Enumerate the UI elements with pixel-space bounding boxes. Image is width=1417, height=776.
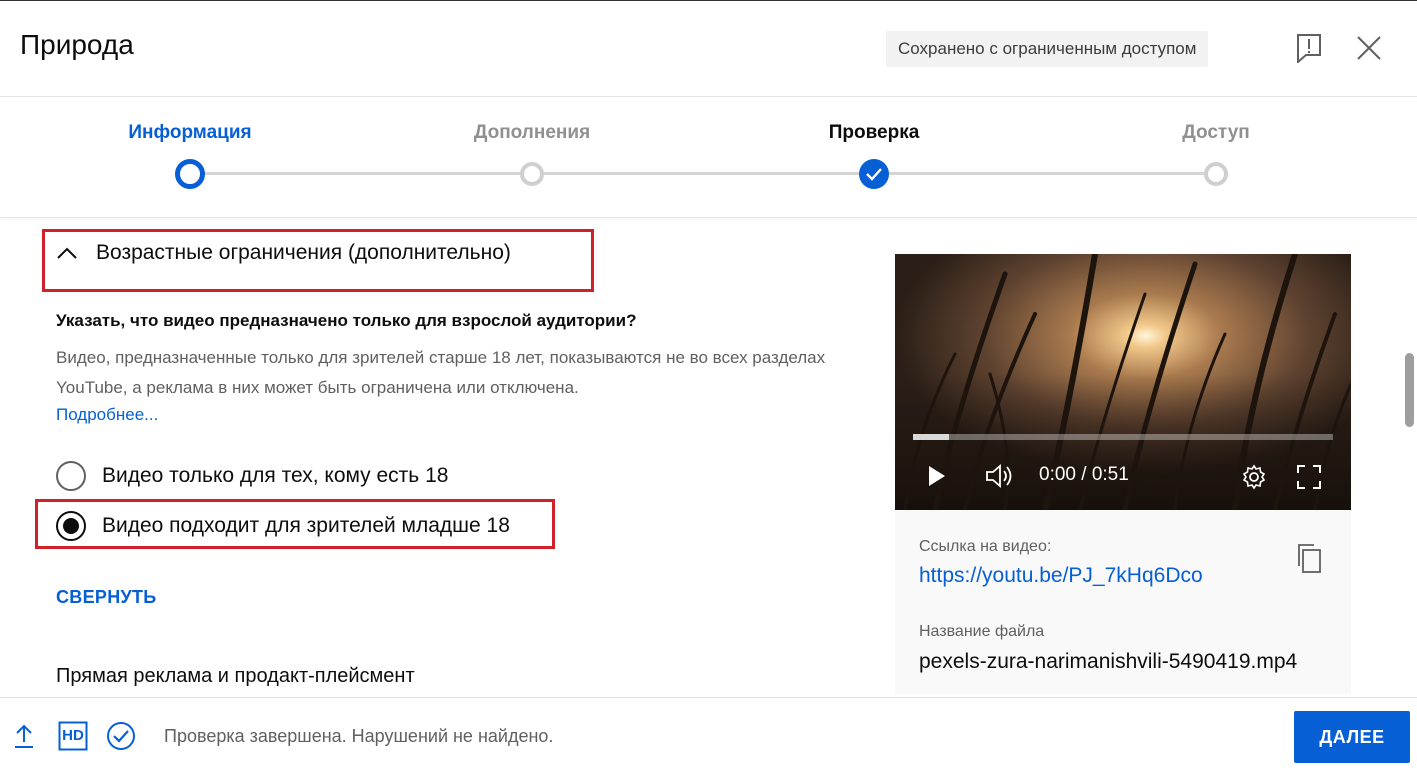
saved-status-badge: Сохранено с ограниченным доступом [886, 31, 1209, 67]
scrollbar-thumb[interactable] [1405, 353, 1414, 427]
step-label: Проверка [828, 122, 920, 143]
video-time: 0:00 / 0:51 [1039, 464, 1129, 485]
age-question: Указать, что видео предназначено только … [56, 311, 637, 330]
hd-label: HD [62, 727, 84, 744]
radio-label: Видео подходит для зрителей младше 18 [102, 514, 510, 537]
fullscreen-button[interactable] [1296, 464, 1322, 495]
radio-option-adults-only[interactable]: Видео только для тех, кому есть 18 [56, 461, 448, 491]
radio-button[interactable] [56, 461, 86, 491]
checks-status-button[interactable] [106, 721, 136, 751]
step-indicator-current [175, 159, 205, 189]
video-link[interactable]: https://youtu.be/PJ_7kHq6Dco [919, 564, 1203, 588]
upload-stepper: Информация Дополнения Проверка Доступ [0, 98, 1417, 218]
upload-dialog: Природа Сохранено с ограниченным доступо… [0, 0, 1417, 776]
age-restriction-title: Возрастные ограничения (дополнительно) [96, 241, 511, 264]
volume-icon [986, 464, 1012, 488]
dialog-header: Природа Сохранено с ограниченным доступо… [0, 1, 1417, 97]
gear-icon [1242, 464, 1266, 490]
filename-value: pexels-zura-narimanishvili-5490419.mp4 [919, 650, 1298, 673]
learn-more-link[interactable]: Подробнее... [56, 405, 158, 425]
step-label: Доступ [1182, 122, 1250, 143]
step-indicator-done [859, 159, 889, 189]
check-circle-icon [107, 722, 135, 750]
fullscreen-icon [1297, 465, 1321, 489]
radio-option-under-18[interactable]: Видео подходит для зрителей младше 18 [56, 511, 510, 541]
stepper-track [190, 172, 1216, 175]
feedback-button[interactable] [1290, 29, 1328, 67]
next-button[interactable]: ДАЛЕЕ [1294, 711, 1410, 763]
copy-link-button[interactable] [1295, 542, 1323, 579]
paid-promotion-title: Прямая реклама и продакт-плейсмент [56, 665, 415, 687]
step-label: Дополнения [473, 122, 591, 143]
chevron-up-icon [57, 247, 77, 259]
hd-status-button[interactable]: HD [58, 721, 88, 751]
dialog-title: Природа [20, 29, 134, 60]
video-link-label: Ссылка на видео: [919, 538, 1052, 555]
video-preview-card: 0:00 / 0:51 Ссылка на видео: https://you… [895, 254, 1351, 694]
close-icon [1357, 36, 1381, 60]
age-restriction-toggle[interactable]: Возрастные ограничения (дополнительно) [56, 241, 511, 265]
video-progress-fill [913, 434, 949, 440]
video-progress-bar[interactable] [913, 434, 1333, 440]
video-controls: 0:00 / 0:51 [895, 430, 1351, 510]
step-indicator [520, 162, 544, 186]
play-icon [929, 466, 945, 486]
step-label: Информация [128, 122, 252, 143]
video-player[interactable]: 0:00 / 0:51 [895, 254, 1351, 510]
upload-status-button[interactable] [12, 722, 36, 750]
age-description: Видео, предназначенные только для зрител… [56, 348, 826, 397]
play-button[interactable] [927, 464, 947, 493]
collapse-button[interactable]: СВЕРНУТЬ [56, 587, 157, 608]
feedback-icon [1297, 34, 1321, 63]
checks-status-text: Проверка завершена. Нарушений не найдено… [164, 726, 554, 746]
volume-button[interactable] [985, 462, 1015, 495]
settings-button[interactable] [1241, 464, 1267, 495]
upload-icon [15, 724, 33, 748]
check-icon [866, 168, 882, 181]
radio-label: Видео только для тех, кому есть 18 [102, 464, 449, 487]
radio-button-selected[interactable] [56, 511, 86, 541]
dialog-footer: HD Проверка завершена. Нарушений не найд… [0, 697, 1417, 776]
step-indicator [1204, 162, 1228, 186]
dialog-content: Возрастные ограничения (дополнительно) У… [0, 219, 1417, 697]
close-button[interactable] [1350, 29, 1388, 67]
copy-icon [1298, 544, 1321, 573]
filename-label: Название файла [919, 623, 1045, 640]
